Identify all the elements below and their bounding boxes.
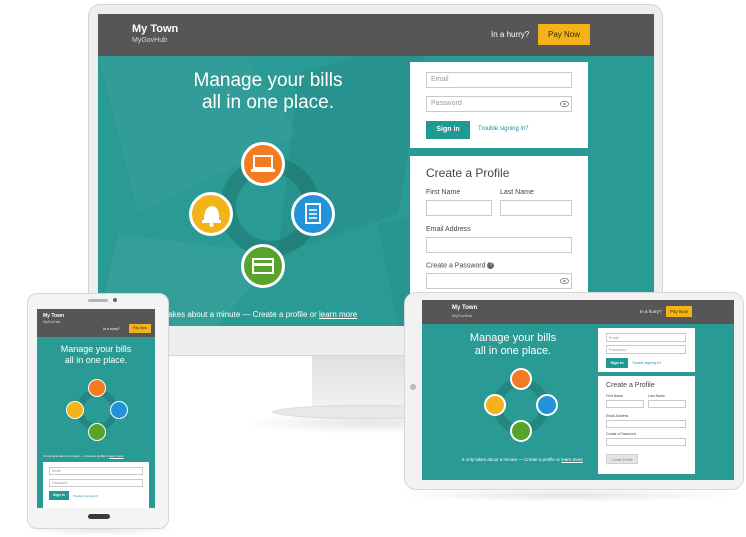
- phone-hero-line-2: all in one place.: [64, 354, 128, 365]
- tablet-footer-text: It only takes about a minute — Create a …: [462, 457, 583, 462]
- phone-credit-card-icon: [88, 423, 106, 441]
- phone-trouble-link[interactable]: Trouble signing in?: [73, 494, 98, 498]
- tablet-first-name-input[interactable]: [606, 400, 644, 408]
- hero-heading: Manage your bills all in one place.: [148, 70, 388, 115]
- create-password-label: Create a Password ?: [426, 262, 495, 270]
- hero-line-2: all in one place.: [201, 92, 335, 114]
- phone-sign-in-button[interactable]: Sign in: [49, 491, 69, 500]
- desktop-screen: My Town MyGovHub In a hurry? Pay Now Man…: [98, 14, 654, 326]
- tablet-password-label: Create a Password: [606, 432, 636, 436]
- brand-subtitle: MyGovHub: [132, 37, 168, 44]
- tablet-create-profile-button[interactable]: Create Profile: [606, 454, 638, 464]
- phone-brand-title[interactable]: My Town: [43, 313, 64, 319]
- tablet-password-input[interactable]: Password: [606, 345, 686, 354]
- phone-bell-icon: [66, 401, 84, 419]
- tablet-last-name-label: Last Name: [648, 394, 665, 398]
- tablet-hero-line-1: Manage your bills: [469, 332, 557, 344]
- phone-laptop-icon: [88, 379, 106, 397]
- tablet-laptop-icon: [510, 368, 532, 390]
- tablet-brand-subtitle: MyGovHub: [452, 313, 473, 318]
- tablet-brand-title[interactable]: My Town: [452, 305, 477, 311]
- phone-footer-copy: It only takes about a minute — Create a …: [43, 454, 109, 458]
- phone-home-button: [88, 514, 110, 519]
- eye-icon[interactable]: [560, 100, 569, 108]
- phone-pay-now-button[interactable]: Pay Now: [129, 324, 151, 333]
- hurry-text: In a hurry?: [491, 30, 530, 39]
- laptop-icon: [241, 142, 285, 186]
- hero-line-1: Manage your bills: [193, 70, 343, 91]
- tablet-sign-in-button[interactable]: Sign in: [606, 358, 628, 368]
- phone-camera: [113, 298, 117, 302]
- phone-learn-more-link[interactable]: learn more: [109, 454, 123, 458]
- site-header: My Town MyGovHub In a hurry? Pay Now: [98, 14, 654, 56]
- phone-screen: My Town MyGovHub In a hurry? Pay Now Man…: [37, 309, 155, 508]
- trouble-signing-in-link[interactable]: Trouble signing in?: [478, 126, 528, 132]
- phone-brand-subtitle: MyGovHub: [43, 320, 61, 324]
- first-name-label: First Name: [426, 189, 461, 196]
- tablet-document-icon: [536, 394, 558, 416]
- tablet-screen: My Town MyGovHub In a hurry? Pay Now Man…: [422, 300, 734, 480]
- tablet-hero-heading: Manage your bills all in one place.: [448, 332, 578, 358]
- phone-header: My Town MyGovHub In a hurry? Pay Now: [37, 309, 155, 337]
- tablet-bell-icon: [484, 394, 506, 416]
- first-name-input[interactable]: [426, 200, 492, 216]
- footer-text: ly takes about a minute — Create a profi…: [158, 310, 317, 319]
- monitor-stand-neck: [312, 356, 418, 408]
- tablet-shadow: [392, 488, 742, 502]
- tablet-create-profile-title: Create a Profile: [606, 382, 655, 389]
- phone-hero-heading: Manage your bills all in one place.: [41, 344, 151, 365]
- tablet-credit-card-icon: [510, 420, 532, 442]
- tablet-hero-line-2: all in one place.: [474, 344, 552, 357]
- last-name-input[interactable]: [500, 200, 572, 216]
- tablet-trouble-link[interactable]: Trouble signing in?: [632, 361, 661, 365]
- password-input[interactable]: Password: [426, 96, 572, 112]
- tablet-email-address-input[interactable]: [606, 420, 686, 428]
- tablet-email-label: Email Address: [606, 414, 629, 418]
- tablet-last-name-input[interactable]: [648, 400, 686, 408]
- login-card: Email Password Sign in Trouble signing i…: [410, 62, 588, 148]
- tablet-home-button: [410, 384, 416, 390]
- tablet-footer-copy: It only takes about a minute — Create a …: [462, 457, 561, 462]
- help-icon[interactable]: ?: [487, 262, 495, 269]
- phone-email-input[interactable]: Email: [49, 467, 143, 475]
- tablet-create-profile-card: Create a Profile First Name Last Name Em…: [598, 376, 695, 474]
- email-address-input[interactable]: [426, 237, 572, 253]
- tablet-learn-more-link[interactable]: learn more: [561, 457, 583, 462]
- phone-hurry-text: In a hurry?: [103, 327, 120, 331]
- tablet-hurry-text: In a hurry?: [640, 309, 662, 314]
- sign-in-button[interactable]: Sign in: [426, 121, 470, 139]
- create-password-text: Create a Password: [426, 262, 486, 270]
- eye-icon[interactable]: [560, 277, 569, 285]
- pay-now-button[interactable]: Pay Now: [538, 24, 590, 45]
- tablet-first-name-label: First Name: [606, 394, 624, 398]
- tablet-pay-now-button[interactable]: Pay Now: [666, 306, 692, 317]
- tablet-login-card: Email Password Sign in Trouble signing i…: [598, 328, 695, 372]
- create-password-input[interactable]: [426, 273, 572, 289]
- tablet-email-input[interactable]: Email: [606, 333, 686, 342]
- phone-footer-text: It only takes about a minute — Create a …: [43, 454, 124, 458]
- credit-card-icon: [241, 244, 285, 288]
- last-name-label: Last Name: [500, 189, 534, 196]
- brand-title[interactable]: My Town: [132, 23, 178, 35]
- phone-login-card: Email Password Sign in Trouble signing i…: [43, 462, 149, 508]
- tablet-header: My Town MyGovHub In a hurry? Pay Now: [422, 300, 734, 324]
- phone-password-input[interactable]: Password: [49, 479, 143, 487]
- email-input[interactable]: Email: [426, 72, 572, 88]
- create-profile-title: Create a Profile: [426, 166, 510, 180]
- document-icon: [291, 192, 335, 236]
- phone-speaker: [88, 299, 108, 302]
- email-address-label: Email Address: [426, 226, 471, 233]
- phone-hero-line-1: Manage your bills: [60, 344, 132, 354]
- bell-icon: [189, 192, 233, 236]
- phone-document-icon: [110, 401, 128, 419]
- desktop-footer-text: ly takes about a minute — Create a profi…: [158, 310, 357, 319]
- learn-more-link[interactable]: learn more: [319, 310, 357, 319]
- tablet-create-password-input[interactable]: [606, 438, 686, 446]
